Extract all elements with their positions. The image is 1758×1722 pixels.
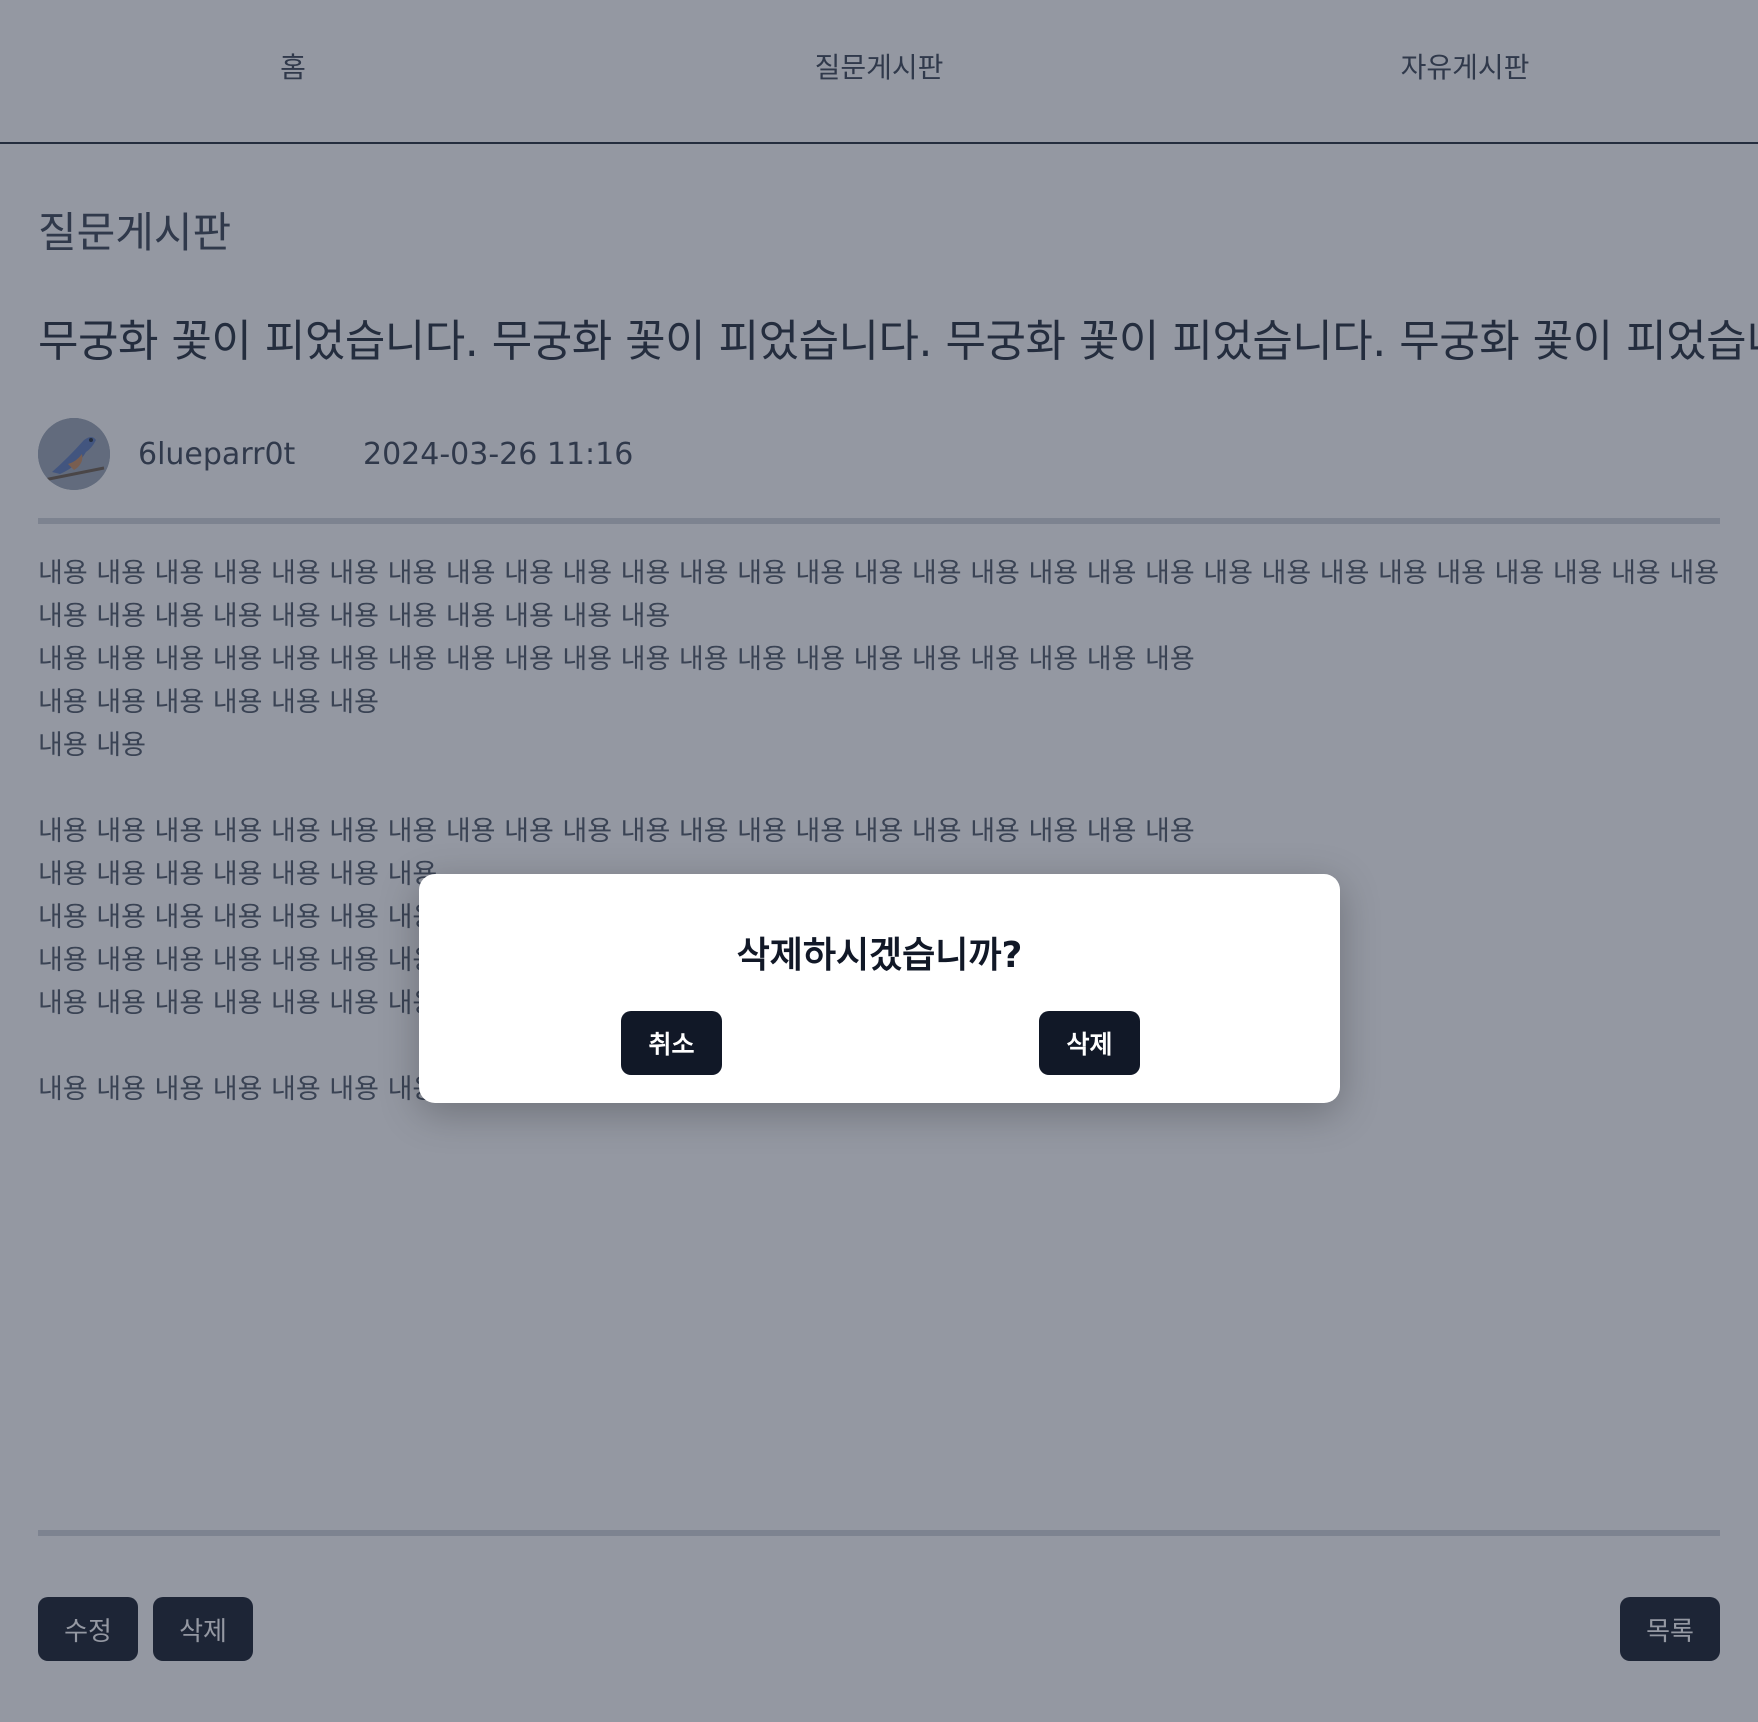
modal-title: 삭제하시겠습니까? xyxy=(736,935,1023,976)
modal-confirm-delete-button[interactable]: 삭제 xyxy=(1039,1011,1140,1075)
delete-confirm-modal: 삭제하시겠습니까? 취소 삭제 xyxy=(419,874,1340,1103)
modal-overlay[interactable] xyxy=(0,0,1758,1722)
modal-cancel-button[interactable]: 취소 xyxy=(621,1011,722,1075)
